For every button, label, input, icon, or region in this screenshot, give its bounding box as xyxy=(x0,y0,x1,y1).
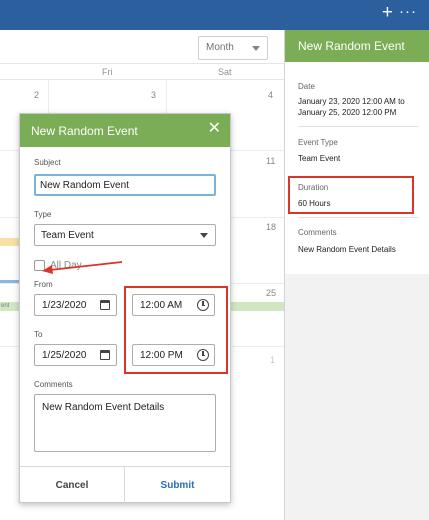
more-icon[interactable]: ··· xyxy=(399,2,417,22)
detail-event-type-label: Event Type xyxy=(298,138,338,147)
chevron-down-icon xyxy=(200,233,208,238)
to-date-value: 1/25/2020 xyxy=(42,350,87,361)
cancel-button[interactable]: Cancel xyxy=(20,467,125,503)
to-label: To xyxy=(34,330,43,339)
type-label: Type xyxy=(34,210,52,219)
annotation-highlight-duration xyxy=(288,176,414,214)
submit-button[interactable]: Submit xyxy=(125,467,230,503)
detail-card: Date January 23, 2020 12:00 AM to Januar… xyxy=(285,62,429,274)
detail-event-type-value: Team Event xyxy=(298,154,341,163)
event-detail-panel: New Random Event Date January 23, 2020 1… xyxy=(284,30,429,520)
from-date-value: 1/23/2020 xyxy=(42,300,87,311)
annotation-highlight-time xyxy=(124,286,228,374)
type-select[interactable]: Team Event xyxy=(34,224,216,246)
comments-textarea[interactable]: New Random Event Details xyxy=(34,394,216,452)
divider xyxy=(298,126,418,127)
annotation-arrow-icon xyxy=(42,261,123,274)
detail-date-label: Date xyxy=(298,82,315,91)
detail-date-value: January 23, 2020 12:00 AM to January 25,… xyxy=(298,97,405,117)
subject-label: Subject xyxy=(34,158,61,167)
detail-comments-value: New Random Event Details xyxy=(298,245,396,254)
comments-label: Comments xyxy=(34,380,73,389)
type-select-value: Team Event xyxy=(41,230,94,241)
dialog-title: New Random Event xyxy=(31,124,138,138)
from-date-input[interactable]: 1/23/2020 xyxy=(34,294,117,316)
detail-comments-label: Comments xyxy=(298,228,337,237)
to-date-input[interactable]: 1/25/2020 xyxy=(34,344,117,366)
detail-title: New Random Event xyxy=(285,30,429,62)
dialog-header: New Random Event ✕ xyxy=(20,114,230,147)
dialog-footer: Cancel Submit xyxy=(20,466,230,503)
top-app-bar: + ··· xyxy=(0,0,429,30)
calendar-icon[interactable] xyxy=(100,300,110,310)
plus-icon[interactable]: + xyxy=(382,3,393,23)
calendar-icon[interactable] xyxy=(100,350,110,360)
divider xyxy=(298,217,418,218)
subject-input[interactable]: New Random Event xyxy=(34,174,216,196)
from-label: From xyxy=(34,280,53,289)
close-icon[interactable]: ✕ xyxy=(208,121,221,137)
